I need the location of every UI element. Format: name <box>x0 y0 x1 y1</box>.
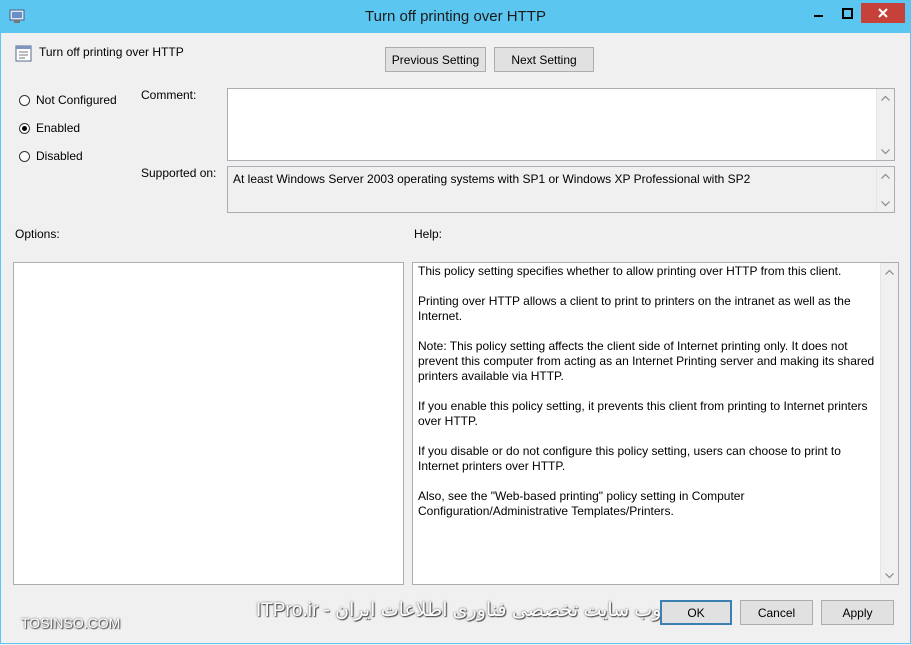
maximize-icon <box>841 7 853 19</box>
supported-on-box: At least Windows Server 2003 operating s… <box>227 166 895 213</box>
radio-circle-checked <box>19 122 30 134</box>
apply-button[interactable]: Apply <box>821 600 894 625</box>
radio-enabled[interactable]: Enabled <box>19 121 80 135</box>
cancel-button[interactable]: Cancel <box>740 600 813 625</box>
help-paragraph: If you enable this policy setting, it pr… <box>418 399 868 428</box>
chevron-up-icon <box>881 173 890 179</box>
help-paragraph: Also, see the "Web-based printing" polic… <box>418 489 745 518</box>
next-setting-button[interactable]: Next Setting <box>494 47 594 72</box>
scroll-up-button[interactable] <box>881 263 898 280</box>
radio-not-configured[interactable]: Not Configured <box>19 93 117 107</box>
scroll-up-button[interactable] <box>877 89 894 106</box>
radio-label: Not Configured <box>36 93 117 107</box>
supported-scrollbar[interactable] <box>876 167 894 212</box>
supported-on-text: At least Windows Server 2003 operating s… <box>233 172 751 186</box>
help-text: This policy setting specifies whether to… <box>418 264 876 534</box>
help-pane: This policy setting specifies whether to… <box>412 262 899 585</box>
ok-button[interactable]: OK <box>660 600 732 625</box>
scroll-down-button[interactable] <box>881 567 898 584</box>
supported-on-label: Supported on: <box>141 166 217 180</box>
dialog-body: Turn off printing over HTTP Previous Set… <box>0 33 911 644</box>
chevron-down-icon <box>881 200 890 206</box>
help-scrollbar[interactable] <box>880 263 898 584</box>
help-paragraph: Note: This policy setting affects the cl… <box>418 339 875 383</box>
watermark-center: ITPro.ir - وب سایت تخصصی فناوری اطلاعات … <box>256 600 662 621</box>
window-title: Turn off printing over HTTP <box>365 8 546 25</box>
help-label: Help: <box>414 227 443 241</box>
radio-label: Enabled <box>36 121 81 135</box>
policy-setting-icon <box>15 45 32 62</box>
scroll-up-button[interactable] <box>877 167 894 184</box>
options-pane <box>13 262 404 585</box>
help-paragraph: This policy setting specifies whether to… <box>418 264 842 278</box>
minimize-button[interactable] <box>805 3 833 23</box>
scroll-down-button[interactable] <box>877 143 894 160</box>
help-paragraph: Printing over HTTP allows a client to pr… <box>418 294 851 323</box>
comment-textarea[interactable] <box>227 88 895 161</box>
comment-scrollbar[interactable] <box>876 89 894 160</box>
chevron-up-icon <box>881 95 890 101</box>
help-paragraph: If you disable or do not configure this … <box>418 444 841 473</box>
chevron-down-icon <box>881 148 890 154</box>
close-icon <box>878 8 888 18</box>
radio-circle <box>19 150 30 162</box>
close-button[interactable] <box>861 3 905 23</box>
comment-label: Comment: <box>141 88 197 102</box>
scroll-down-button[interactable] <box>877 195 894 212</box>
previous-setting-button[interactable]: Previous Setting <box>385 47 486 72</box>
options-label: Options: <box>15 227 60 241</box>
chevron-up-icon <box>885 269 894 275</box>
maximize-button[interactable] <box>834 3 860 23</box>
chevron-down-icon <box>885 572 894 578</box>
policy-name: Turn off printing over HTTP <box>39 45 184 59</box>
radio-circle <box>19 94 30 106</box>
radio-disabled[interactable]: Disabled <box>19 149 83 163</box>
minimize-icon <box>814 15 823 17</box>
watermark-left: TOSINSO.COM <box>21 615 121 631</box>
title-bar: Turn off printing over HTTP <box>0 0 911 33</box>
radio-label: Disabled <box>36 149 83 163</box>
